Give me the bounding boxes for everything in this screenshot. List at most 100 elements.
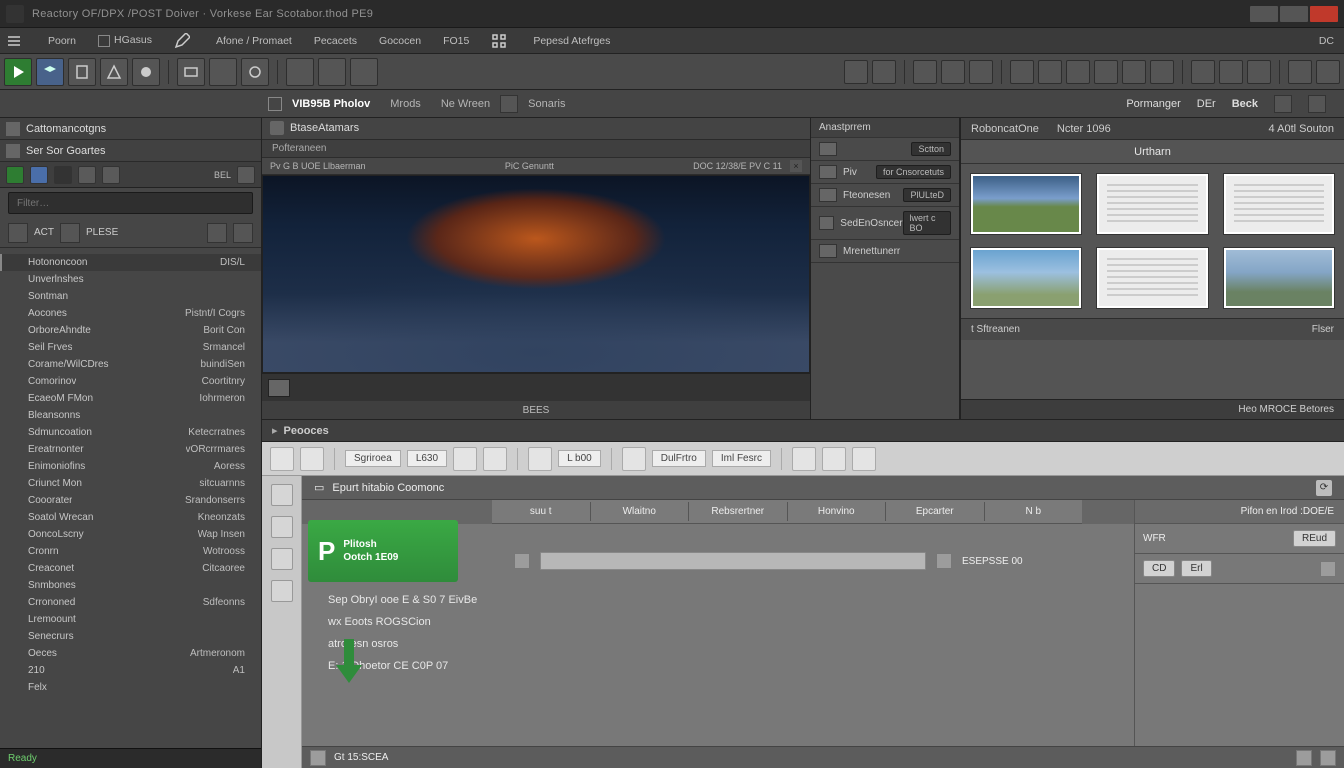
proc-label-1[interactable]: Sgriroea	[345, 450, 401, 467]
toolbar-btn-b3[interactable]	[350, 58, 378, 86]
left-header-2[interactable]: Ser Sor Goartes	[0, 140, 261, 162]
thumbnail[interactable]	[1097, 174, 1207, 234]
menu-item-poorn[interactable]: Poorn	[44, 33, 80, 49]
filter-input[interactable]	[15, 197, 246, 210]
lp-tool-3[interactable]	[207, 223, 227, 243]
left-list-row[interactable]: Sontman	[0, 288, 261, 305]
proc-tool-6[interactable]	[622, 447, 646, 471]
toolbar-btn-circle[interactable]	[132, 58, 160, 86]
inspector-row-3[interactable]: SedEnOsncerlwert c BO	[811, 207, 959, 240]
proc-label-5[interactable]: Iml Fesrc	[712, 450, 771, 467]
proc-tool-4[interactable]	[483, 447, 507, 471]
strip-icon-1[interactable]	[6, 166, 24, 184]
step-icon[interactable]	[514, 553, 530, 569]
proc-right-pill[interactable]: REud	[1293, 530, 1336, 547]
left-list-row[interactable]: OecesArtmeronom	[0, 645, 261, 662]
toolbar-btn-r15[interactable]	[1288, 60, 1312, 84]
rp-head-left[interactable]: RoboncatOne	[971, 123, 1039, 135]
proc-label-4[interactable]: DulFrtro	[652, 450, 706, 467]
proc-header-icon[interactable]: ⟳	[1316, 480, 1332, 496]
left-list-row[interactable]: Soatol WrecanKneonzats	[0, 509, 261, 526]
left-list-row[interactable]: CoooraterSrandonserrs	[0, 492, 261, 509]
left-list-row[interactable]: Corame/WilCDresbuindiSen	[0, 356, 261, 373]
close-icon[interactable]: ×	[790, 160, 802, 172]
left-list-row[interactable]: SdmuncoationKetecrratnes	[0, 424, 261, 441]
left-list-row[interactable]: OoncoLscnyWap Insen	[0, 526, 261, 543]
thumbnail[interactable]	[1224, 248, 1334, 308]
toolbar-btn-r8[interactable]	[1066, 60, 1090, 84]
strip-icon-6[interactable]	[237, 166, 255, 184]
thumbnail[interactable]	[1224, 174, 1334, 234]
subtabs-right-3[interactable]: Beck	[1232, 98, 1258, 110]
proc-foot-btn[interactable]	[1296, 750, 1312, 766]
left-list-row[interactable]: CreaconetCitcaoree	[0, 560, 261, 577]
menu-item-hgasus[interactable]: HGasus	[94, 32, 156, 48]
left-list-row[interactable]: Criunct Monsitcuarnns	[0, 475, 261, 492]
strip-icon-4[interactable]	[78, 166, 96, 184]
toolbar-btn-a2[interactable]	[209, 58, 237, 86]
toolbar-btn-r5[interactable]	[969, 60, 993, 84]
left-list-row[interactable]: CrrononedSdfeonns	[0, 594, 261, 611]
chart-icon[interactable]	[500, 95, 518, 113]
toolbar-btn-r11[interactable]	[1150, 60, 1174, 84]
filmstrip[interactable]	[262, 373, 810, 401]
left-list-row[interactable]: Snmbones	[0, 577, 261, 594]
left-list-row[interactable]: Lremoount	[0, 611, 261, 628]
menu-right-dc[interactable]: DC	[1315, 33, 1338, 49]
subtabs-right-1[interactable]: Pormanger	[1126, 98, 1180, 110]
filter-input-wrap[interactable]	[8, 192, 253, 214]
toolbar-btn-layers[interactable]	[36, 58, 64, 86]
lp-tool-4[interactable]	[233, 223, 253, 243]
proc-tab-2[interactable]: Rebsrertner	[689, 502, 788, 521]
subtabs-icon-a[interactable]	[1274, 95, 1292, 113]
menu-item-fo15[interactable]: FO15	[439, 33, 473, 49]
proc-tab-5[interactable]: N b	[985, 502, 1083, 521]
sub-tab-4[interactable]: Sonaris	[518, 98, 575, 110]
inspector-row-0[interactable]: Sctton	[811, 138, 959, 161]
toolbar-btn-triangle[interactable]	[100, 58, 128, 86]
left-list-row[interactable]: CronrnWotrooss	[0, 543, 261, 560]
proc-tool-3[interactable]	[453, 447, 477, 471]
toolbar-btn-r1[interactable]	[844, 60, 868, 84]
proc-tool-5[interactable]	[528, 447, 552, 471]
window-maximize[interactable]	[1280, 6, 1308, 22]
inspector-row-2[interactable]: FteonesenPlULteD	[811, 184, 959, 207]
proc-tool-9[interactable]	[852, 447, 876, 471]
thumbnail[interactable]	[971, 248, 1081, 308]
proc-left-tool[interactable]	[271, 548, 293, 570]
proc-tool-8[interactable]	[822, 447, 846, 471]
thumbnail[interactable]	[971, 174, 1081, 234]
step-icon[interactable]	[936, 553, 952, 569]
left-list-row[interactable]: Bleansonns	[0, 407, 261, 424]
toolbar-btn-r14[interactable]	[1247, 60, 1271, 84]
viewer-tab-center[interactable]: PiC Genuntt	[505, 161, 554, 171]
menu-item-pecasets[interactable]: Pecacets	[310, 33, 361, 49]
proc-right-icon[interactable]	[1320, 561, 1336, 577]
viewer-tab-left[interactable]: Pv G B UOE Llbaerman	[270, 161, 366, 171]
left-list-row[interactable]: Senecrurs	[0, 628, 261, 645]
strip-icon-3[interactable]	[54, 166, 72, 184]
toolbar-btn-doc[interactable]	[68, 58, 96, 86]
proc-tab-0[interactable]: suu t	[492, 502, 591, 521]
check-icon[interactable]	[268, 97, 282, 111]
left-list-row[interactable]: EreatrnontervORcrrmares	[0, 441, 261, 458]
image-viewport[interactable]	[262, 175, 810, 373]
subtabs-right-2[interactable]: DEr	[1197, 98, 1216, 110]
left-list-row[interactable]: Felx	[0, 679, 261, 696]
proc-tab-4[interactable]: Epcarter	[886, 502, 985, 521]
toolbar-btn-r9[interactable]	[1094, 60, 1118, 84]
toolbar-btn-r10[interactable]	[1122, 60, 1146, 84]
proc-tab-3[interactable]: Honvino	[788, 502, 887, 521]
sub-tab-3[interactable]: Ne Wreen	[431, 98, 500, 110]
toolbar-btn-r12[interactable]	[1191, 60, 1215, 84]
menu-item-pepesd[interactable]: Pepesd Atefrges	[529, 33, 614, 49]
proc-right-pill[interactable]: Erl	[1181, 560, 1211, 577]
menu-item-gococen[interactable]: Gococen	[375, 33, 425, 49]
toolbar-btn-r13[interactable]	[1219, 60, 1243, 84]
toolbar-btn-r4[interactable]	[941, 60, 965, 84]
inspector-row-4[interactable]: Mrenettunerr	[811, 240, 959, 263]
sub-tab-1[interactable]: VIB95B Pholov	[282, 98, 380, 110]
lp-tool-1[interactable]	[8, 223, 28, 243]
filmstrip-thumb[interactable]	[268, 379, 290, 397]
proc-label-3[interactable]: L b00	[558, 450, 601, 467]
